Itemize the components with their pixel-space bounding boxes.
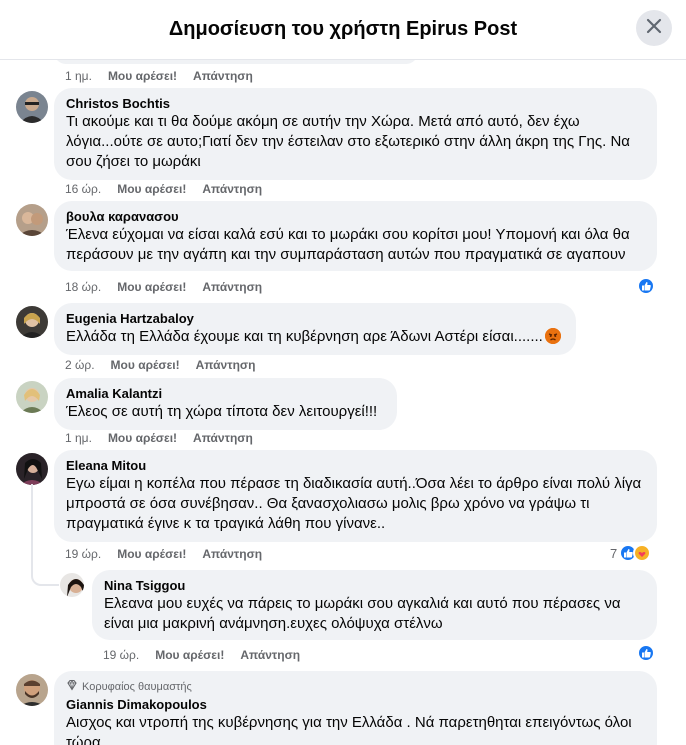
comment-text: Αισχος και ντροπή της κυβέρνησης για την… bbox=[66, 714, 632, 745]
reply-link[interactable]: Απάντηση bbox=[202, 547, 262, 561]
reply-link[interactable]: Απάντηση bbox=[193, 431, 253, 445]
like-link[interactable]: Μου αρέσει! bbox=[108, 69, 177, 83]
comments-list[interactable]: 1 ημ. Μου αρέσει! Απάντηση Christos Boch… bbox=[0, 60, 686, 745]
reply-link[interactable]: Απάντηση bbox=[202, 182, 262, 196]
avatar[interactable] bbox=[60, 573, 84, 597]
like-reaction-icon bbox=[637, 277, 655, 295]
comment-text: Τι ακούμε και τι θα δούμε ακόμη σε αυτήν… bbox=[66, 113, 630, 170]
avatar[interactable] bbox=[16, 381, 48, 413]
reply-link[interactable]: Απάντηση bbox=[202, 280, 262, 294]
comment-actions: 18 ώρ. Μου αρέσει! Απάντηση bbox=[65, 280, 262, 294]
comment-time[interactable]: 19 ώρ. bbox=[103, 648, 139, 662]
like-link[interactable]: Μου αρέσει! bbox=[111, 358, 180, 372]
comment-text: Εγω είμαι η κοπέλα που πέρασε τη διαδικα… bbox=[66, 475, 642, 532]
dialog-title: Δημοσίευση του χρήστη Epirus Post bbox=[168, 18, 518, 40]
top-fan-badge: Κορυφαίος θαυμαστής bbox=[66, 679, 645, 695]
comment-actions: 16 ώρ. Μου αρέσει! Απάντηση bbox=[65, 182, 262, 196]
reply-link[interactable]: Απάντηση bbox=[196, 358, 256, 372]
comment-actions: 1 ημ. Μου αρέσει! Απάντηση bbox=[65, 431, 253, 445]
comment-actions: 19 ώρ. Μου αρέσει! Απάντηση bbox=[65, 547, 262, 561]
previous-comment-bubble bbox=[54, 60, 418, 64]
avatar[interactable] bbox=[16, 674, 48, 706]
comment-time[interactable]: 2 ώρ. bbox=[65, 358, 95, 372]
reply-bubble: Nina Tsiggou Ελεανα μου ευχές να πάρεις … bbox=[92, 570, 657, 640]
comment-author[interactable]: Amalia Kalantzi bbox=[66, 386, 385, 402]
comment-time[interactable]: 1 ημ. bbox=[65, 431, 92, 445]
reaction-count: 7 bbox=[610, 545, 618, 561]
diamond-icon bbox=[66, 679, 78, 695]
top-fan-label: Κορυφαίος θαυμαστής bbox=[82, 681, 192, 693]
comment-reactions[interactable] bbox=[637, 277, 655, 295]
like-link[interactable]: Μου αρέσει! bbox=[108, 431, 177, 445]
comment-author[interactable]: Nina Tsiggou bbox=[104, 578, 645, 594]
comment-reactions[interactable] bbox=[637, 644, 655, 662]
avatar[interactable] bbox=[16, 91, 48, 123]
comment-author[interactable]: Eugenia Hartzabaloy bbox=[66, 311, 564, 327]
comment-bubble: Christos Bochtis Τι ακούμε και τι θα δού… bbox=[54, 88, 657, 180]
angry-face-emoji-icon bbox=[544, 328, 561, 344]
comment-time[interactable]: 16 ώρ. bbox=[65, 182, 101, 196]
like-link[interactable]: Μου αρέσει! bbox=[155, 648, 224, 662]
comment-time[interactable]: 19 ώρ. bbox=[65, 547, 101, 561]
reply-thread-line bbox=[31, 484, 59, 586]
comment-time[interactable]: 18 ώρ. bbox=[65, 280, 101, 294]
reply-link[interactable]: Απάντηση bbox=[193, 69, 253, 83]
comment-actions: 2 ώρ. Μου αρέσει! Απάντηση bbox=[65, 358, 255, 372]
avatar[interactable] bbox=[16, 204, 48, 236]
avatar[interactable] bbox=[16, 453, 48, 485]
comment-actions: 19 ώρ. Μου αρέσει! Απάντηση bbox=[103, 648, 300, 662]
like-reaction-icon bbox=[637, 644, 655, 662]
comment-text: Έλεος σε αυτή τη χώρα τίποτα δεν λειτουρ… bbox=[66, 403, 378, 420]
comment-time[interactable]: 1 ημ. bbox=[65, 69, 92, 83]
care-reaction-icon bbox=[633, 544, 652, 562]
comment-author[interactable]: Christos Bochtis bbox=[66, 96, 645, 112]
comment-author[interactable]: Giannis Dimakopoulos bbox=[66, 697, 645, 713]
comment-bubble: Κορυφαίος θαυμαστής Giannis Dimakopoulos… bbox=[54, 671, 657, 745]
dialog-header: Δημοσίευση του χρήστη Epirus Post bbox=[0, 0, 686, 60]
like-link[interactable]: Μου αρέσει! bbox=[117, 182, 186, 196]
comment-text-row: Ελλάδα τη Ελλάδα έχουμε και τη κυβέρνηση… bbox=[66, 327, 564, 347]
reply-link[interactable]: Απάντηση bbox=[240, 648, 300, 662]
comment-bubble: Eleana Mitou Εγω είμαι η κοπέλα που πέρα… bbox=[54, 450, 657, 542]
comment-author[interactable]: βουλα καρανασου bbox=[66, 209, 645, 225]
comment-bubble: Amalia Kalantzi Έλεος σε αυτή τη χώρα τί… bbox=[54, 378, 397, 430]
comment-text: Έλενα εύχομαι να είσαι καλά εσύ και το μ… bbox=[66, 226, 630, 263]
comment-reactions[interactable]: 7 bbox=[610, 544, 652, 562]
close-icon bbox=[644, 16, 664, 41]
like-link[interactable]: Μου αρέσει! bbox=[117, 280, 186, 294]
previous-comment-actions: 1 ημ. Μου αρέσει! Απάντηση bbox=[65, 69, 253, 83]
comment-text: Ελλάδα τη Ελλάδα έχουμε και τη κυβέρνηση… bbox=[66, 328, 543, 345]
comment-text: Ελεανα μου ευχές να πάρεις το μωράκι σου… bbox=[104, 595, 621, 632]
like-link[interactable]: Μου αρέσει! bbox=[117, 547, 186, 561]
comment-bubble: Eugenia Hartzabaloy Ελλάδα τη Ελλάδα έχο… bbox=[54, 303, 576, 355]
close-button[interactable] bbox=[636, 10, 672, 46]
comment-bubble: βουλα καρανασου Έλενα εύχομαι να είσαι κ… bbox=[54, 201, 657, 271]
avatar[interactable] bbox=[16, 306, 48, 338]
comment-author[interactable]: Eleana Mitou bbox=[66, 458, 645, 474]
